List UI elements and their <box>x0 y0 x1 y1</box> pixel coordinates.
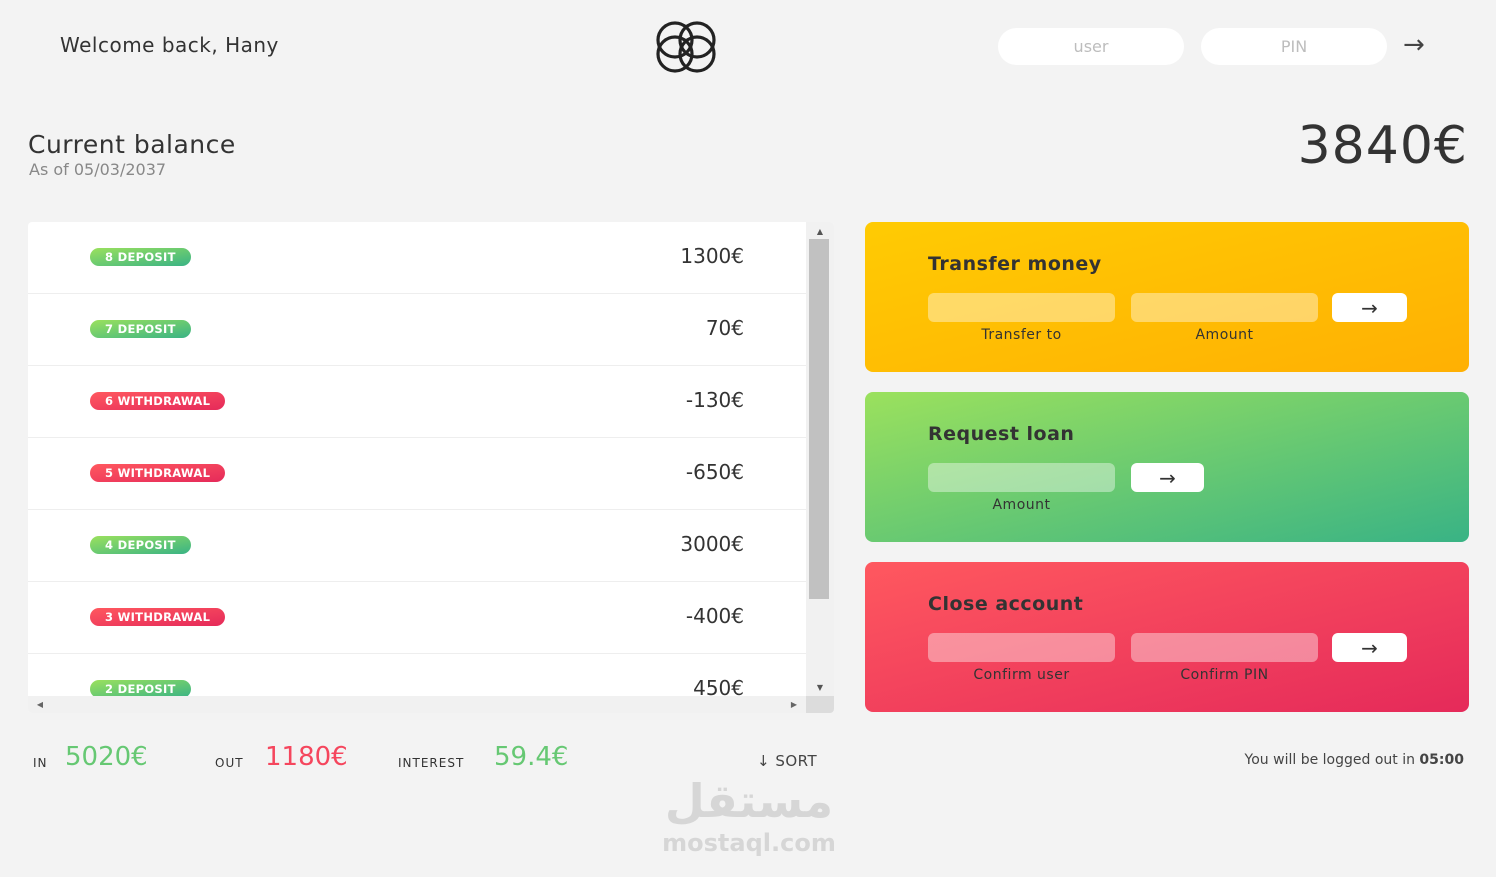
movement-value: 70€ <box>705 316 744 340</box>
transfer-to-label: Transfer to <box>981 327 1062 343</box>
movements-panel[interactable]: 8 DEPOSIT 1300€ 7 DEPOSIT 70€ 6 WITHDRAW… <box>28 222 834 713</box>
close-submit-button[interactable]: → <box>1332 633 1407 662</box>
vertical-scroll-thumb[interactable] <box>809 239 829 599</box>
movement-row: 8 DEPOSIT 1300€ <box>28 222 806 294</box>
login-arrow-button[interactable]: → <box>1403 32 1425 58</box>
bankist-logo-icon <box>656 21 716 73</box>
transfer-amount-input[interactable] <box>1131 293 1318 322</box>
scrollbar-corner <box>806 696 834 713</box>
movement-value: 1300€ <box>680 244 744 268</box>
horizontal-scrollbar[interactable]: ◀ ▶ <box>28 696 806 713</box>
transfer-amount-label: Amount <box>1195 327 1254 343</box>
summary-interest-label: INTEREST <box>398 756 465 770</box>
request-loan-panel: Request loan → Amount <box>865 392 1469 542</box>
movement-row: 5 WITHDRAWAL -650€ <box>28 438 806 510</box>
summary-in-value: 5020€ <box>65 742 148 772</box>
balance-value: 3840€ <box>1297 116 1468 176</box>
login-pin-input[interactable] <box>1201 28 1387 65</box>
logout-timer-text: You will be logged out in 05:00 <box>1245 752 1464 768</box>
movement-type-badge: 6 WITHDRAWAL <box>90 392 226 410</box>
movement-value: 3000€ <box>680 532 744 556</box>
movement-row: 2 DEPOSIT 450€ <box>28 654 806 696</box>
vertical-scrollbar[interactable]: ▲ ▼ <box>806 222 834 696</box>
loan-submit-button[interactable]: → <box>1131 463 1204 492</box>
close-user-input[interactable] <box>928 633 1115 662</box>
close-pin-label: Confirm PIN <box>1180 667 1269 683</box>
close-user-label: Confirm user <box>973 667 1070 683</box>
transfer-title: Transfer money <box>928 253 1102 275</box>
movement-type-badge: 8 DEPOSIT <box>90 248 191 266</box>
summary-out-label: OUT <box>215 756 244 770</box>
welcome-message: Welcome back, Hany <box>60 33 279 57</box>
movement-value: -650€ <box>685 460 744 484</box>
movement-value: -400€ <box>685 604 744 628</box>
logout-message: You will be logged out in <box>1244 752 1420 768</box>
close-account-panel: Close account → Confirm user Confirm PIN <box>865 562 1469 712</box>
logout-timer: 05:00 <box>1419 752 1464 768</box>
scroll-up-icon[interactable]: ▲ <box>806 224 834 240</box>
summary-out-value: 1180€ <box>265 742 348 772</box>
watermark: مستقل mostaql.com <box>656 773 842 857</box>
transfer-submit-button[interactable]: → <box>1332 293 1407 322</box>
summary-interest-value: 59.4€ <box>494 742 569 772</box>
movement-value: 450€ <box>693 676 744 696</box>
transfer-to-input[interactable] <box>928 293 1115 322</box>
watermark-latin: mostaql.com <box>662 829 836 857</box>
movement-row: 7 DEPOSIT 70€ <box>28 294 806 366</box>
close-pin-input[interactable] <box>1131 633 1318 662</box>
movements-list[interactable]: 8 DEPOSIT 1300€ 7 DEPOSIT 70€ 6 WITHDRAW… <box>28 222 806 696</box>
transfer-money-panel: Transfer money → Transfer to Amount <box>865 222 1469 372</box>
scroll-right-icon[interactable]: ▶ <box>786 696 802 713</box>
balance-label: Current balance <box>28 130 236 159</box>
close-title: Close account <box>928 593 1084 615</box>
loan-amount-input[interactable] <box>928 463 1115 492</box>
login-user-input[interactable] <box>998 28 1184 65</box>
scroll-left-icon[interactable]: ◀ <box>32 696 48 713</box>
movement-row: 3 WITHDRAWAL -400€ <box>28 582 806 654</box>
loan-title: Request loan <box>928 423 1075 445</box>
sort-button[interactable]: ↓ SORT <box>757 752 817 770</box>
movement-type-badge: 2 DEPOSIT <box>90 680 191 696</box>
movement-type-badge: 4 DEPOSIT <box>90 536 191 554</box>
movement-row: 6 WITHDRAWAL -130€ <box>28 366 806 438</box>
scroll-down-icon[interactable]: ▼ <box>806 680 834 696</box>
watermark-arabic: مستقل <box>664 774 834 828</box>
movement-type-badge: 7 DEPOSIT <box>90 320 191 338</box>
movement-type-badge: 5 WITHDRAWAL <box>90 464 226 482</box>
loan-amount-label: Amount <box>992 497 1051 513</box>
summary-in-label: IN <box>33 756 48 770</box>
movement-row: 4 DEPOSIT 3000€ <box>28 510 806 582</box>
movement-type-badge: 3 WITHDRAWAL <box>90 608 226 626</box>
balance-date: As of 05/03/2037 <box>29 160 167 179</box>
movement-value: -130€ <box>685 388 744 412</box>
